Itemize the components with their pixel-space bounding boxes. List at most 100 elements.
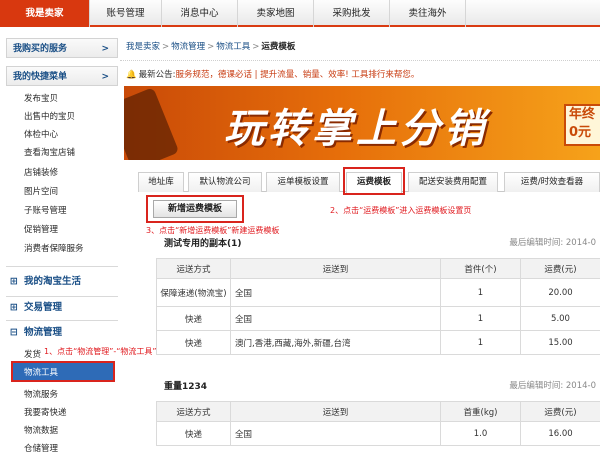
breadcrumb-separator: > bbox=[207, 42, 214, 52]
column-header: 运送方式 bbox=[157, 259, 231, 279]
sidebar-item-send-express[interactable]: 我要寄快递 bbox=[24, 406, 67, 418]
template-table: 运送方式 运送到 首重(kg) 运费(元) 快递 全国 1.0 16.00 bbox=[156, 401, 600, 446]
chevron-right-icon: > bbox=[101, 67, 109, 87]
sidebar-divider bbox=[6, 266, 118, 267]
top-nav: 我是卖家 账号管理 消息中心 卖家地图 采购批发 卖往海外 bbox=[0, 0, 600, 27]
tab-default-carrier[interactable]: 默认物流公司 bbox=[188, 172, 262, 192]
collapse-icon: ⊟ bbox=[10, 327, 18, 338]
sidebar-item-publish[interactable]: 发布宝贝 bbox=[24, 92, 58, 104]
sidebar-item-logistics-data[interactable]: 物流数据 bbox=[24, 424, 58, 436]
announcement-prefix: 最新公告: bbox=[139, 70, 176, 80]
sidebar-item-warehouse[interactable]: 仓储管理 bbox=[24, 442, 58, 454]
sidebar-services-label: 我购买的服务 bbox=[13, 44, 67, 54]
annotation-step-1: 1、点击“物流管理”-“物流工具” bbox=[44, 346, 157, 357]
sidebar-item-image-space[interactable]: 图片空间 bbox=[24, 185, 58, 197]
banner-badge: 年终 0元 bbox=[564, 104, 600, 146]
sidebar-quick-label: 我的快捷菜单 bbox=[13, 72, 67, 82]
annotation-step-2: 2、点击“运费模板”进入运费模板设置页 bbox=[330, 205, 471, 216]
banner-badge-top: 年终 bbox=[566, 106, 600, 124]
sidebar-group-label: 物流管理 bbox=[24, 327, 62, 338]
sidebar-group-taobao-life[interactable]: ⊞ 我的淘宝生活 bbox=[6, 271, 118, 293]
column-header: 首件(个) bbox=[441, 259, 521, 279]
template-name: 测试专用的副本(1) bbox=[164, 236, 242, 249]
cell-method: 保障速递(物流宝) bbox=[157, 279, 231, 307]
column-header: 运费(元) bbox=[521, 259, 600, 279]
cell-fee: 15.00 bbox=[521, 331, 600, 355]
nav-tab-messages[interactable]: 消息中心 bbox=[162, 0, 238, 27]
cell-first: 1 bbox=[441, 307, 521, 331]
highlight-box-logistics-tools bbox=[11, 361, 115, 382]
sidebar-divider bbox=[6, 320, 118, 321]
template-edit-time: 最后编辑时间: 2014-0 bbox=[509, 379, 596, 391]
cell-destination: 全国 bbox=[231, 422, 441, 446]
sidebar-item-protection[interactable]: 消费者保障服务 bbox=[24, 242, 84, 254]
sidebar-group-logistics[interactable]: ⊟ 物流管理 bbox=[6, 322, 118, 344]
column-header: 运送到 bbox=[231, 259, 441, 279]
template-header: 重量1234 最后编辑时间: 2014-0 bbox=[156, 374, 600, 394]
chevron-right-icon: > bbox=[101, 39, 109, 59]
breadcrumb-link-logistics[interactable]: 物流管理 bbox=[171, 42, 205, 52]
phone-graphic bbox=[124, 87, 179, 160]
table-row: 保障速递(物流宝) 全国 1 20.00 bbox=[157, 279, 600, 307]
expand-icon: ⊞ bbox=[10, 276, 18, 287]
column-header: 运送到 bbox=[231, 402, 441, 422]
sidebar-item-health-check[interactable]: 体检中心 bbox=[24, 128, 58, 140]
tab-address-book[interactable]: 地址库 bbox=[138, 172, 184, 192]
cell-first: 1 bbox=[441, 279, 521, 307]
content-divider bbox=[120, 60, 600, 61]
sidebar-item-ship[interactable]: 发货 bbox=[24, 348, 41, 360]
nav-tab-wholesale[interactable]: 采购批发 bbox=[314, 0, 390, 27]
cell-method: 快递 bbox=[157, 422, 231, 446]
cell-fee: 5.00 bbox=[521, 307, 600, 331]
sidebar-item-sub-account[interactable]: 子账号管理 bbox=[24, 204, 67, 216]
breadcrumb-link-tools[interactable]: 物流工具 bbox=[216, 42, 250, 52]
tab-waybill-template[interactable]: 运单模板设置 bbox=[266, 172, 340, 192]
column-header: 运送方式 bbox=[157, 402, 231, 422]
nav-tab-overseas[interactable]: 卖往海外 bbox=[390, 0, 466, 27]
expand-icon: ⊞ bbox=[10, 302, 18, 313]
highlight-box-add-button bbox=[146, 195, 244, 223]
highlight-box-shipping-template-tab bbox=[343, 167, 405, 195]
banner-badge-bottom: 0元 bbox=[566, 124, 600, 142]
announcement-links[interactable]: 服务规范，德课必话 | 提升流量、销量、效率! 工具排行来帮您。 bbox=[175, 70, 419, 80]
nav-tab-account[interactable]: 账号管理 bbox=[90, 0, 162, 27]
cell-method: 快递 bbox=[157, 307, 231, 331]
promo-banner[interactable]: 玩转掌上分销 年终 0元 bbox=[124, 86, 600, 160]
breadcrumb-current: 运费模板 bbox=[261, 42, 295, 52]
cell-destination: 澳门,香港,西藏,海外,新疆,台湾 bbox=[231, 331, 441, 355]
cell-destination: 全国 bbox=[231, 307, 441, 331]
cell-fee: 16.00 bbox=[521, 422, 600, 446]
tab-install-fee[interactable]: 配送安装费用配置 bbox=[408, 172, 498, 192]
nav-tab-seller[interactable]: 我是卖家 bbox=[0, 0, 90, 27]
sidebar-quick-header[interactable]: 我的快捷菜单 > bbox=[6, 66, 118, 86]
cell-first: 1 bbox=[441, 331, 521, 355]
announcement-bar: 🔔最新公告:服务规范，德课必话 | 提升流量、销量、效率! 工具排行来帮您。 bbox=[126, 68, 419, 80]
bell-icon: 🔔 bbox=[126, 70, 137, 80]
sidebar-group-label: 交易管理 bbox=[24, 302, 62, 313]
sidebar-item-view-shop[interactable]: 查看淘宝店铺 bbox=[24, 146, 75, 158]
tab-fee-timing-viewer[interactable]: 运费/时效查看器 bbox=[504, 172, 600, 192]
sidebar-group-trade[interactable]: ⊞ 交易管理 bbox=[6, 297, 118, 319]
nav-tab-seller-map[interactable]: 卖家地图 bbox=[238, 0, 314, 27]
breadcrumb: 我是卖家>物流管理>物流工具>运费模板 bbox=[126, 38, 295, 56]
cell-destination: 全国 bbox=[231, 279, 441, 307]
column-header: 首重(kg) bbox=[441, 402, 521, 422]
template-edit-time: 最后编辑时间: 2014-0 bbox=[509, 236, 596, 248]
sidebar-services-header[interactable]: 我购买的服务 > bbox=[6, 38, 118, 58]
cell-method: 快递 bbox=[157, 331, 231, 355]
table-row: 快递 全国 1.0 16.00 bbox=[157, 422, 600, 446]
breadcrumb-link-seller[interactable]: 我是卖家 bbox=[126, 42, 160, 52]
sidebar-item-on-sale[interactable]: 出售中的宝贝 bbox=[24, 110, 75, 122]
banner-headline: 玩转掌上分销 bbox=[224, 96, 488, 154]
breadcrumb-separator: > bbox=[162, 42, 169, 52]
table-row: 快递 澳门,香港,西藏,海外,新疆,台湾 1 15.00 bbox=[157, 331, 600, 355]
cell-fee: 20.00 bbox=[521, 279, 600, 307]
sidebar-group-label: 我的淘宝生活 bbox=[24, 276, 81, 287]
sidebar-item-decorate[interactable]: 店铺装修 bbox=[24, 166, 58, 178]
column-header: 运费(元) bbox=[521, 402, 600, 422]
table-row: 快递 全国 1 5.00 bbox=[157, 307, 600, 331]
sidebar-item-logistics-service[interactable]: 物流服务 bbox=[24, 388, 58, 400]
template-header: 测试专用的副本(1) 最后编辑时间: 2014-0 bbox=[156, 231, 600, 251]
breadcrumb-separator: > bbox=[252, 42, 259, 52]
sidebar-item-promotion[interactable]: 促销管理 bbox=[24, 223, 58, 235]
